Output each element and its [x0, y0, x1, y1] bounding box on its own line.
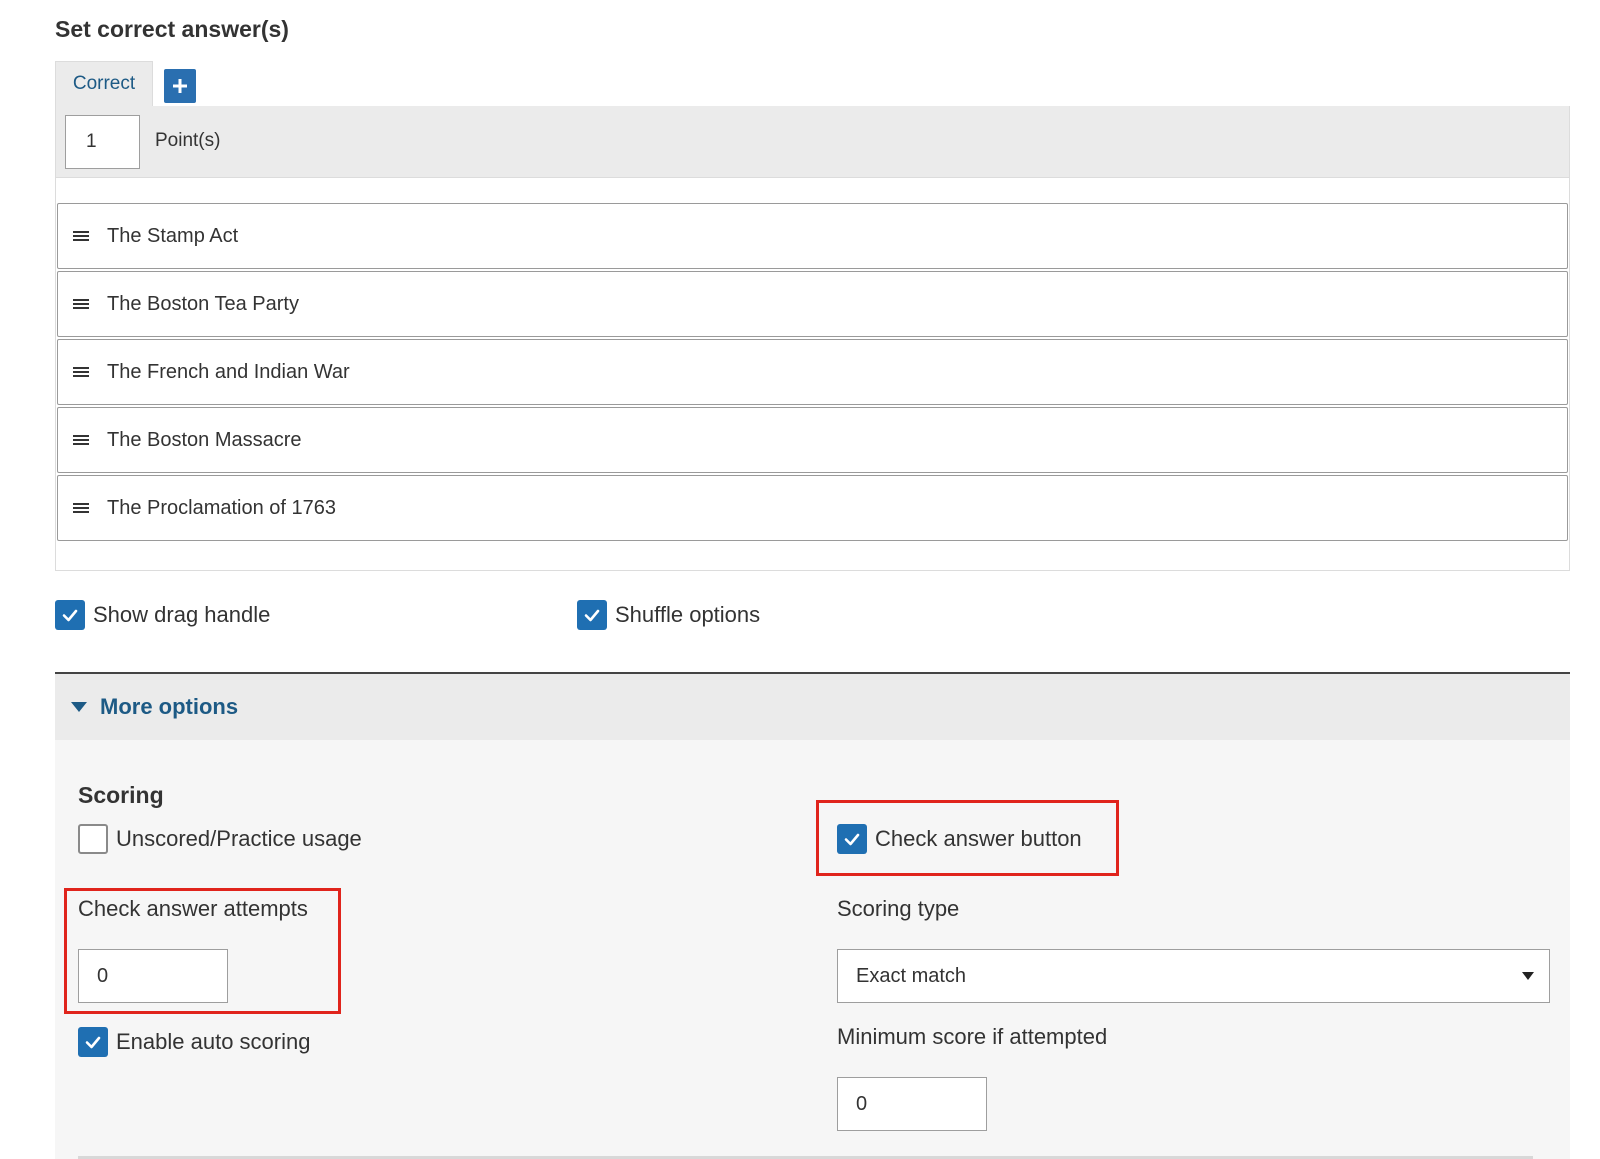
list-item[interactable]: The Proclamation of 1763: [57, 475, 1568, 541]
chevron-down-icon: [1522, 972, 1534, 980]
drag-handle-icon[interactable]: [72, 433, 90, 447]
list-item-label: The Stamp Act: [107, 224, 239, 247]
shuffle-options-checkbox[interactable]: Shuffle options: [577, 600, 760, 630]
tab-correct[interactable]: Correct: [55, 61, 153, 106]
drag-handle-icon[interactable]: [72, 365, 90, 379]
list-item-label: The Proclamation of 1763: [107, 496, 337, 519]
minimum-score-label: Minimum score if attempted: [837, 1024, 1108, 1049]
points-label: Point(s): [155, 130, 221, 151]
unscored-checkbox[interactable]: Unscored/Practice usage: [78, 824, 362, 854]
response-list: The Stamp Act The Boston Tea Party The F…: [55, 178, 1570, 571]
more-options-label: More options: [100, 694, 239, 719]
checkbox-checked[interactable]: [78, 1027, 108, 1057]
list-item-label: The French and Indian War: [107, 360, 350, 383]
checkmark-icon: [844, 833, 860, 846]
drag-handle-icon[interactable]: [72, 229, 90, 243]
enable-auto-scoring-label: Enable auto scoring: [116, 1029, 311, 1054]
checkmark-icon: [62, 609, 78, 622]
checkmark-icon: [584, 609, 600, 622]
checkbox-unchecked[interactable]: [78, 824, 108, 854]
list-item-label: The Boston Tea Party: [107, 292, 299, 315]
drag-handle-icon[interactable]: [72, 297, 90, 311]
check-answer-button-label: Check answer button: [875, 826, 1082, 851]
scoring-type-value: Exact match: [856, 964, 967, 987]
drag-handle-icon[interactable]: [72, 501, 90, 515]
more-options-toggle[interactable]: More options: [55, 674, 1570, 740]
scoring-title: Scoring: [78, 782, 164, 808]
more-options-panel: Scoring Unscored/Practice usage Check an…: [55, 740, 1570, 1159]
points-input[interactable]: [65, 115, 140, 169]
list-item[interactable]: The Stamp Act: [57, 203, 1568, 269]
check-answer-attempts-label: Check answer attempts: [78, 896, 308, 921]
show-drag-handle-label: Show drag handle: [93, 602, 271, 627]
minimum-score-input[interactable]: [837, 1077, 987, 1131]
points-bar: Point(s): [55, 106, 1570, 178]
checkbox-checked[interactable]: [837, 824, 867, 854]
checkmark-icon: [85, 1036, 101, 1049]
checkbox-checked[interactable]: [55, 600, 85, 630]
section-title: Set correct answer(s): [55, 16, 289, 42]
add-answer-tab-button[interactable]: [164, 69, 196, 103]
check-answer-button-checkbox[interactable]: Check answer button: [837, 824, 1082, 854]
tab-correct-label: Correct: [72, 73, 136, 94]
check-answer-attempts-input[interactable]: [78, 949, 228, 1003]
show-drag-handle-checkbox[interactable]: Show drag handle: [55, 600, 270, 630]
list-item-label: The Boston Massacre: [107, 428, 302, 451]
enable-auto-scoring-checkbox[interactable]: Enable auto scoring: [78, 1027, 310, 1057]
list-item[interactable]: The Boston Massacre: [57, 407, 1568, 473]
unscored-label: Unscored/Practice usage: [116, 826, 362, 851]
plus-icon: [173, 79, 187, 93]
checkbox-checked[interactable]: [577, 600, 607, 630]
scoring-type-select[interactable]: Exact match: [837, 949, 1550, 1003]
list-item[interactable]: The French and Indian War: [57, 339, 1568, 405]
caret-down-icon: [71, 702, 87, 712]
scoring-type-label: Scoring type: [837, 896, 960, 921]
list-item[interactable]: The Boston Tea Party: [57, 271, 1568, 337]
shuffle-options-label: Shuffle options: [615, 602, 761, 627]
